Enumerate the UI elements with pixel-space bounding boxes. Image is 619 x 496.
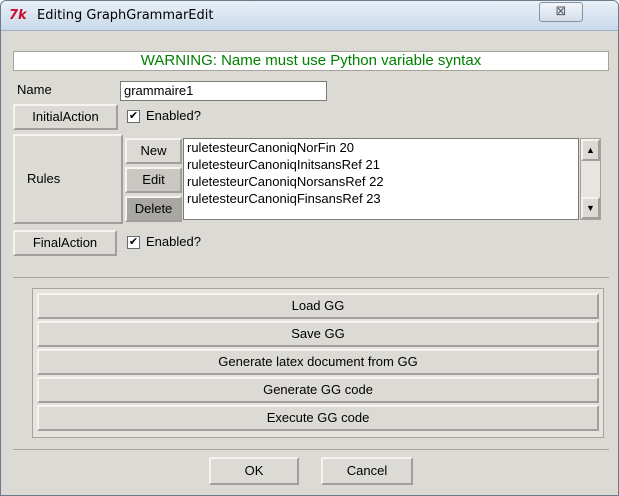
rule-new-button[interactable]: New [125, 138, 182, 164]
final-action-enabled-label: Enabled? [146, 234, 201, 249]
scroll-down-button[interactable]: ▼ [581, 197, 600, 219]
execute-gg-code-button[interactable]: Execute GG code [37, 405, 599, 431]
rules-scrollbar[interactable]: ▲ ▼ [580, 138, 601, 220]
name-label: Name [17, 82, 52, 97]
check-icon: ✔ [128, 236, 139, 248]
name-input[interactable]: grammaire1 [120, 81, 327, 101]
window-title: Editing GraphGrammarEdit [37, 8, 214, 23]
list-item[interactable]: ruletesteurCanoniqFinsansRef 23 [184, 190, 578, 207]
generate-latex-button[interactable]: Generate latex document from GG [37, 349, 599, 375]
initial-action-enabled-label: Enabled? [146, 108, 201, 123]
ok-button[interactable]: OK [209, 457, 299, 485]
rules-listbox[interactable]: ruletesteurCanoniqNorFin 20 ruletesteurC… [183, 138, 579, 220]
rule-edit-button[interactable]: Edit [125, 167, 182, 193]
rules-label: Rules [27, 171, 61, 186]
separator [13, 449, 609, 450]
initial-action-checkbox[interactable]: ✔ [127, 110, 140, 123]
dialog-window: 7k Editing GraphGrammarEdit ⊠ WARNING: N… [0, 0, 619, 496]
arrow-up-icon: ▲ [586, 145, 595, 155]
rule-delete-button[interactable]: Delete [125, 196, 182, 222]
generate-gg-code-button[interactable]: Generate GG code [37, 377, 599, 403]
final-action-checkbox[interactable]: ✔ [127, 236, 140, 249]
close-button[interactable]: ⊠ [539, 2, 583, 22]
check-icon: ✔ [128, 110, 139, 122]
cancel-button[interactable]: Cancel [321, 457, 413, 485]
rules-label-frame: Rules [13, 134, 123, 224]
list-item[interactable]: ruletesteurCanoniqNorFin 20 [184, 139, 578, 156]
close-icon: ⊠ [555, 4, 567, 19]
initial-action-button[interactable]: InitialAction [13, 104, 118, 130]
list-item[interactable]: ruletesteurCanoniqInitsansRef 21 [184, 156, 578, 173]
save-gg-button[interactable]: Save GG [37, 321, 599, 347]
actions-group: Load GG Save GG Generate latex document … [32, 288, 604, 438]
final-action-button[interactable]: FinalAction [13, 230, 117, 256]
separator [13, 277, 609, 278]
title-bar[interactable]: 7k Editing GraphGrammarEdit ⊠ [1, 1, 618, 31]
scroll-up-button[interactable]: ▲ [581, 139, 600, 161]
list-item[interactable]: ruletesteurCanoniqNorsansRef 22 [184, 173, 578, 190]
warning-banner: WARNING: Name must use Python variable s… [13, 51, 609, 71]
arrow-down-icon: ▼ [586, 203, 595, 213]
tk-logo-icon: 7k [9, 8, 27, 23]
load-gg-button[interactable]: Load GG [37, 293, 599, 319]
